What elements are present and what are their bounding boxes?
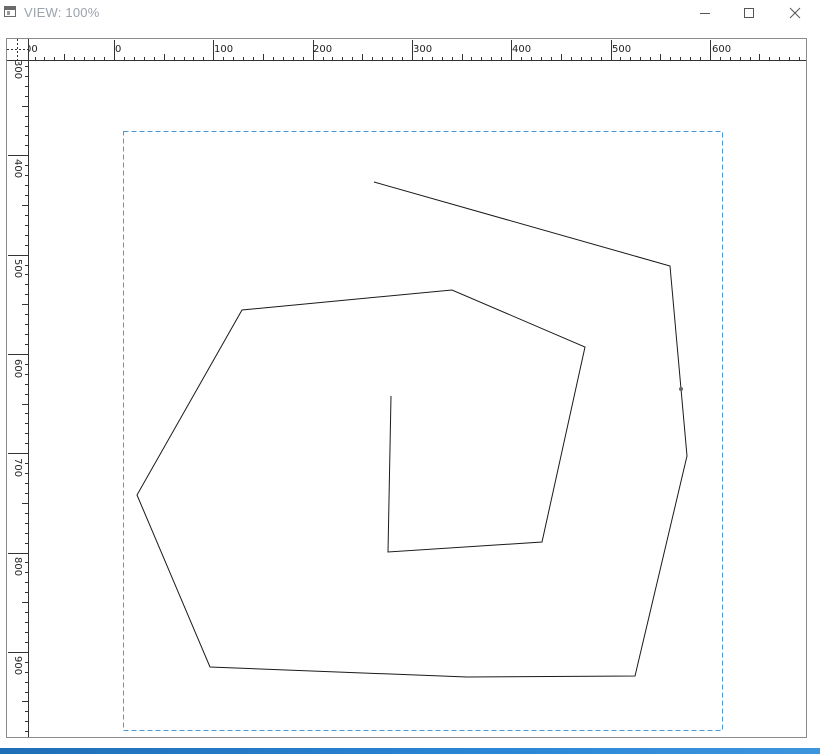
drawing-canvas[interactable] [7, 39, 807, 738]
window-app-icon[interactable] [4, 6, 16, 17]
view-area[interactable]: -100 0 100 200 300 400 500 600 300 400 5… [6, 38, 807, 738]
window-title: VIEW: 100% [24, 5, 100, 20]
hruler-label: 0 [115, 44, 121, 55]
minimize-icon [700, 13, 710, 14]
minimize-button[interactable] [682, 0, 728, 26]
close-icon [789, 7, 801, 19]
hruler-label: 400 [512, 44, 531, 55]
vruler-label: 300 [12, 60, 23, 79]
path-anchor-handle[interactable] [679, 387, 683, 391]
hruler-label: 100 [214, 44, 233, 55]
selection-bounds[interactable] [123, 131, 723, 731]
hruler-label: 300 [413, 44, 432, 55]
taskbar-edge [0, 748, 820, 754]
ruler-corner [7, 39, 29, 61]
spiral-path[interactable] [136, 181, 688, 678]
hruler-label: 600 [712, 44, 731, 55]
vruler-label: 700 [12, 458, 23, 477]
vruler-label: 800 [12, 557, 23, 576]
hruler-label: 200 [313, 44, 332, 55]
maximize-button[interactable] [726, 0, 772, 26]
horizontal-ruler[interactable]: -100 0 100 200 300 400 500 600 [7, 39, 807, 61]
vruler-label: 400 [12, 159, 23, 178]
ruler-origin-icon [7, 39, 29, 61]
vruler-label: 900 [12, 656, 23, 675]
close-button[interactable] [772, 0, 818, 26]
vruler-label: 500 [12, 259, 23, 278]
vertical-ruler[interactable]: 300 400 500 600 700 800 900 [7, 39, 29, 738]
title-bar[interactable]: VIEW: 100% [0, 0, 820, 26]
hruler-label: 500 [612, 44, 631, 55]
vruler-label: 600 [12, 359, 23, 378]
maximize-icon [744, 8, 754, 18]
